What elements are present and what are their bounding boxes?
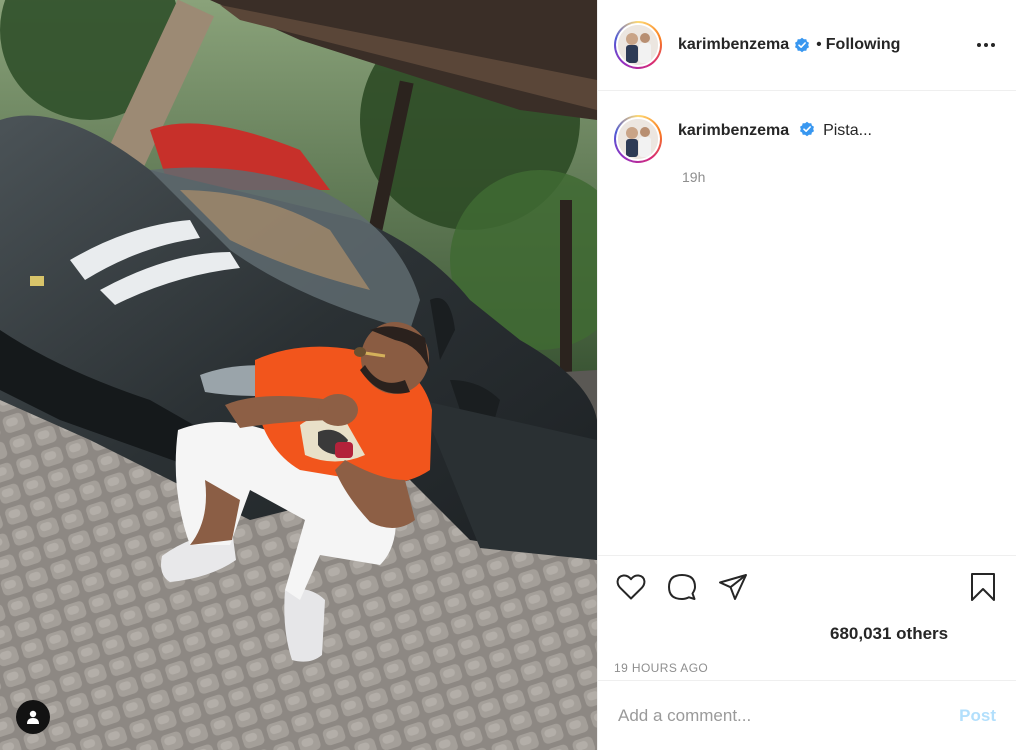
post-actions: 680,031 others 19 HOURS AGO [598,555,1016,680]
author-username[interactable]: karimbenzema [678,36,789,54]
more-options-icon [977,43,995,47]
comment-form: Post [598,680,1016,750]
verified-badge-icon [799,121,814,137]
comment-input[interactable] [618,705,960,726]
more-options-button[interactable] [972,31,1000,59]
caption-avatar[interactable] [614,115,662,163]
avatar-image [618,119,658,159]
save-button[interactable] [966,570,1000,604]
post-photo[interactable] [0,0,597,750]
post-side-panel: karimbenzema • Following karimbenzema Pi… [597,0,1016,750]
paper-plane-icon [719,574,747,600]
heart-icon [616,574,646,600]
like-button[interactable] [614,570,648,604]
caption-time: 19h [682,169,706,185]
share-button[interactable] [716,570,750,604]
post-modal: karimbenzema • Following karimbenzema Pi… [0,0,1016,750]
photo-illustration [0,0,597,750]
separator-dot: • [816,36,822,53]
caption-username[interactable]: karimbenzema [678,122,789,139]
following-button[interactable]: Following [826,36,901,54]
caption: karimbenzema Pista... [614,115,1000,163]
verified-badge-icon [795,37,810,53]
post-timestamp: 19 HOURS AGO [614,661,709,675]
bookmark-icon [971,573,995,601]
author-avatar[interactable] [614,21,662,69]
likes-count[interactable]: 680,031 others [614,624,1000,644]
comments-section: karimbenzema Pista... 19h [598,91,1016,555]
post-header: karimbenzema • Following [598,0,1016,91]
comment-button[interactable] [665,570,699,604]
post-comment-button[interactable]: Post [959,706,996,726]
user-tag-icon [27,710,39,724]
comment-bubble-icon [668,574,696,600]
caption-text: Pista... [823,122,872,139]
user-tags-button[interactable] [16,700,50,734]
avatar-image [618,25,658,65]
